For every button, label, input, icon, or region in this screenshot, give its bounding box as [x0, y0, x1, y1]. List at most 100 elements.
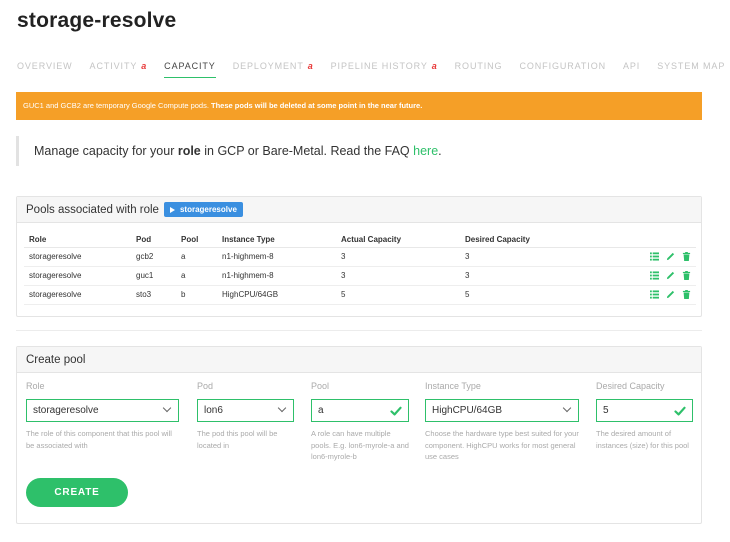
- intro-text: Manage capacity for your role in GCP or …: [16, 136, 702, 166]
- tab-label: SYSTEM MAP: [657, 61, 726, 71]
- chevron-down-icon: [162, 403, 172, 413]
- cell-role: storageresolve: [24, 266, 131, 286]
- tab-label: CONFIGURATION: [519, 61, 606, 71]
- pod-field-group: Pod lon6 The pod this pool will be locat…: [197, 381, 294, 451]
- tab-overview[interactable]: OVERVIEW: [17, 60, 73, 78]
- role-badge[interactable]: storageresolve: [163, 202, 243, 217]
- tab-alert-badge: a: [431, 61, 438, 71]
- pod-select[interactable]: lon6: [197, 399, 294, 422]
- desired-capacity-value: 5: [603, 405, 609, 416]
- pool-help: A role can have multiple pools. E.g. lon…: [311, 429, 409, 461]
- tab-routing[interactable]: ROUTING: [455, 60, 503, 78]
- cell-desired: 3: [460, 266, 580, 286]
- tab-alert-badge: a: [141, 61, 148, 71]
- row-actions: [580, 266, 696, 286]
- intro-middle: in GCP or Bare-Metal. Read the FAQ: [200, 144, 414, 158]
- pencil-icon[interactable]: [666, 271, 675, 280]
- cell-instance-type: n1-highmem-8: [217, 266, 336, 286]
- caret-right-icon: [169, 206, 175, 213]
- column-header: Actual Capacity: [336, 232, 460, 248]
- cell-pod: guc1: [131, 266, 176, 286]
- banner-text: GUC1 and GCB2 are temporary Google Compu…: [23, 101, 212, 110]
- tab-label: DEPLOYMENT: [232, 61, 304, 71]
- tab-deployment[interactable]: DEPLOYMENT a: [233, 60, 314, 78]
- role-field-group: Role storageresolve The role of this com…: [26, 381, 179, 451]
- tab-pipeline-history[interactable]: PIPELINE HISTORY a: [331, 60, 438, 78]
- tab-label: OVERVIEW: [17, 61, 73, 71]
- chevron-down-icon: [277, 403, 287, 413]
- list-icon[interactable]: [650, 271, 659, 280]
- instance-type-field-group: Instance Type HighCPU/64GB Choose the ha…: [425, 381, 579, 463]
- pod-select-value: lon6: [204, 405, 223, 416]
- intro-prefix: Manage capacity for your: [34, 144, 178, 158]
- instance-type-help: Choose the hardware type best suited for…: [425, 429, 579, 461]
- instance-type-label: Instance Type: [425, 381, 481, 391]
- row-actions: [580, 285, 696, 305]
- column-header: Instance Type: [217, 232, 336, 248]
- create-pool-header: Create pool: [17, 347, 701, 373]
- role-help: The role of this component that this poo…: [26, 429, 172, 450]
- role-select[interactable]: storageresolve: [26, 399, 179, 422]
- check-icon: [390, 406, 402, 416]
- cell-desired: 5: [460, 285, 580, 305]
- table-row: storageresolve sto3 b HighCPU/64GB 5 5: [24, 285, 696, 305]
- tab-capacity[interactable]: CAPACITY: [164, 60, 216, 78]
- cell-pod: sto3: [131, 285, 176, 305]
- table-row: storageresolve guc1 a n1-highmem-8 3 3: [24, 266, 696, 286]
- role-select-value: storageresolve: [33, 405, 99, 416]
- column-header: Pool: [176, 232, 217, 248]
- create-pool-panel: Create pool Role storageresolve The role…: [16, 346, 702, 524]
- intro-role-word: role: [177, 144, 201, 158]
- pools-panel-header: Pools associated with role storageresolv…: [17, 197, 701, 223]
- cell-pod: gcb2: [131, 247, 176, 267]
- tab-alert-badge: a: [307, 61, 314, 71]
- trash-icon[interactable]: [682, 290, 691, 300]
- tab-bar: OVERVIEW ACTIVITY a CAPACITY DEPLOYMENT a PIPE…: [17, 60, 730, 80]
- cell-desired: 3: [460, 247, 580, 267]
- cell-actual: 3: [336, 266, 460, 286]
- pencil-icon[interactable]: [666, 252, 675, 261]
- list-icon[interactable]: [650, 252, 659, 261]
- tab-system-map[interactable]: SYSTEM MAP: [657, 60, 725, 78]
- pool-field-group: Pool a A role can have multiple pools. E…: [311, 381, 409, 463]
- chevron-down-icon: [562, 403, 572, 413]
- desired-capacity-field-group: Desired Capacity 5 The desired amount of…: [596, 381, 693, 451]
- pod-help: The pod this pool will be located in: [197, 429, 278, 450]
- cell-role: storageresolve: [24, 247, 131, 267]
- trash-icon[interactable]: [682, 252, 691, 262]
- faq-link[interactable]: here: [413, 144, 438, 158]
- instance-type-select-value: HighCPU/64GB: [432, 405, 503, 416]
- divider: [16, 330, 702, 331]
- tab-label: PIPELINE HISTORY: [330, 61, 428, 71]
- pool-input[interactable]: a: [311, 399, 409, 422]
- pod-label: Pod: [197, 381, 214, 391]
- pool-input-value: a: [318, 405, 324, 416]
- column-header-actions: [580, 232, 696, 248]
- trash-icon[interactable]: [682, 271, 691, 281]
- column-header: Pod: [131, 232, 176, 248]
- cell-role: storageresolve: [24, 285, 131, 305]
- desired-capacity-input[interactable]: 5: [596, 399, 693, 422]
- tab-activity[interactable]: ACTIVITY a: [90, 60, 148, 78]
- role-label: Role: [26, 381, 45, 391]
- cell-actual: 5: [336, 285, 460, 305]
- warning-banner: GUC1 and GCB2 are temporary Google Compu…: [16, 92, 702, 120]
- page-title: storage-resolve: [17, 9, 177, 32]
- pool-label: Pool: [311, 381, 330, 391]
- tab-label: CAPACITY: [164, 61, 216, 71]
- banner-bold-text: These pods will be deleted at some point…: [211, 101, 423, 110]
- desired-capacity-label: Desired Capacity: [596, 381, 665, 391]
- cell-instance-type: n1-highmem-8: [217, 247, 336, 267]
- instance-type-select[interactable]: HighCPU/64GB: [425, 399, 579, 422]
- intro-suffix: .: [438, 144, 442, 158]
- create-button[interactable]: CREATE: [26, 478, 128, 507]
- tab-label: API: [623, 61, 641, 71]
- cell-pool: a: [176, 247, 217, 267]
- tab-configuration[interactable]: CONFIGURATION: [519, 60, 606, 78]
- column-header: Role: [24, 232, 131, 248]
- cell-instance-type: HighCPU/64GB: [217, 285, 336, 305]
- list-icon[interactable]: [650, 290, 659, 299]
- pencil-icon[interactable]: [666, 290, 675, 299]
- cell-pool: a: [176, 266, 217, 286]
- tab-api[interactable]: API: [623, 60, 640, 78]
